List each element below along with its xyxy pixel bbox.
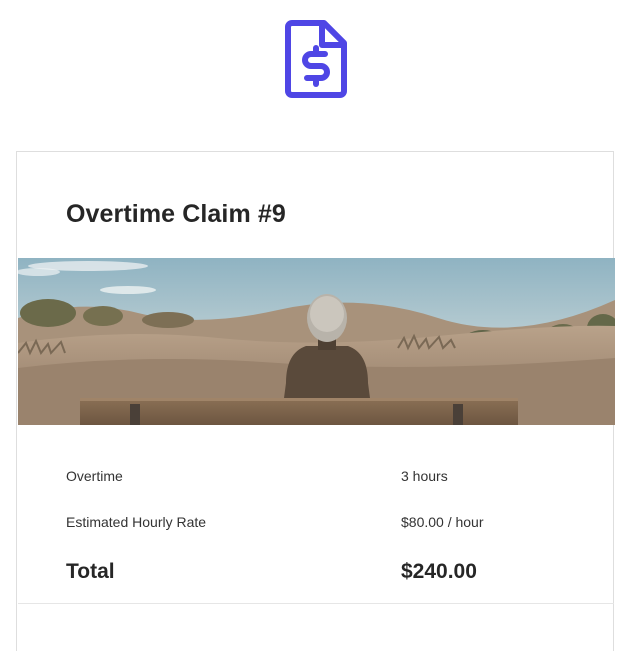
detail-label: Overtime — [66, 468, 123, 484]
invoice-dollar-icon — [285, 20, 347, 98]
total-value: $240.00 — [401, 560, 477, 583]
claim-title: Overtime Claim #9 — [66, 200, 286, 228]
detail-value: 3 hours — [401, 468, 448, 484]
claim-image — [18, 258, 615, 425]
total-label: Total — [66, 560, 115, 583]
detail-value: $80.00 / hour — [401, 514, 484, 530]
header — [0, 0, 631, 110]
divider — [18, 603, 614, 604]
bench-dunes-photo — [18, 258, 615, 425]
claim-card: Overtime Claim #9 Overtime 3 hours Estim… — [16, 151, 615, 651]
detail-label: Estimated Hourly Rate — [66, 514, 207, 530]
